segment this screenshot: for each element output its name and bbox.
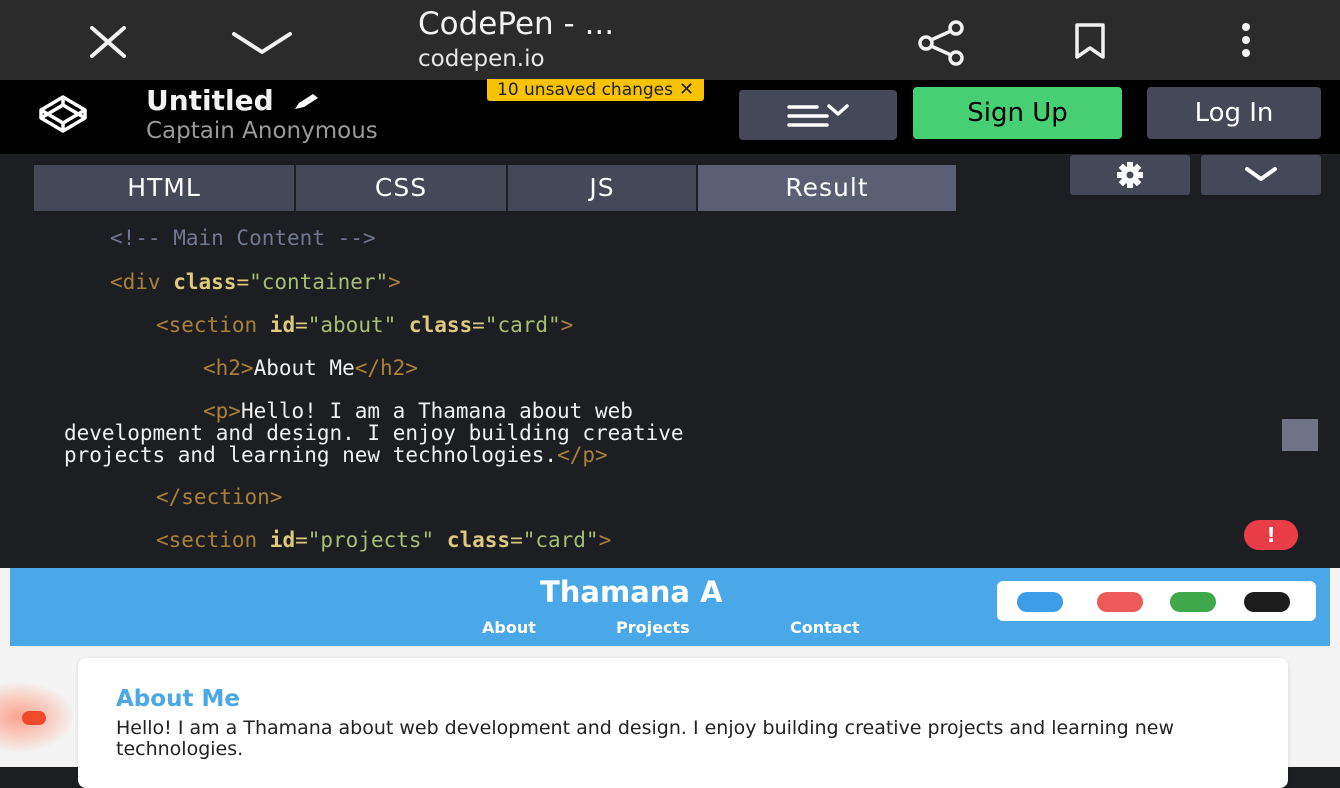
share-icon[interactable]: [916, 18, 966, 68]
code-line: projects and learning new technologies.<…: [64, 443, 608, 467]
nav-link-contact[interactable]: Contact: [790, 618, 860, 637]
code-line: <!-- Main Content -->: [110, 226, 376, 250]
nav-link-about[interactable]: About: [482, 618, 536, 637]
settings-button[interactable]: [1070, 155, 1190, 195]
floating-action-button[interactable]: [22, 711, 46, 725]
code-line: <h2>About Me</h2>: [203, 356, 418, 380]
tab-js[interactable]: JS: [508, 165, 696, 211]
pen-title[interactable]: Untitled: [146, 84, 321, 117]
pen-title-label: Untitled: [146, 84, 274, 117]
editor-scrollbar-thumb[interactable]: [1282, 419, 1318, 451]
log-in-button[interactable]: Log In: [1147, 87, 1321, 139]
browser-url[interactable]: codepen.io: [418, 46, 545, 72]
chevron-down-icon[interactable]: [230, 22, 294, 62]
code-line: <section id="about" class="card">: [156, 313, 574, 337]
error-indicator-badge[interactable]: !: [1244, 520, 1298, 550]
browser-toolbar: [0, 0, 1340, 80]
code-editor[interactable]: <!-- Main Content --> <div class="contai…: [0, 214, 1340, 568]
edit-pencil-icon[interactable]: [291, 92, 321, 112]
code-line: </section>: [156, 485, 283, 509]
layout-icon: [787, 104, 849, 127]
about-card-title: About Me: [116, 686, 240, 712]
chevron-down-icon: [1245, 167, 1277, 181]
nav-link-projects[interactable]: Projects: [616, 618, 690, 637]
code-line: <section id="projects" class="card">: [156, 528, 612, 552]
sign-up-button[interactable]: Sign Up: [913, 87, 1122, 139]
color-swatch-green[interactable]: [1170, 592, 1216, 612]
color-swatch-blue[interactable]: [1017, 592, 1063, 612]
code-line: <div class="container">: [110, 270, 401, 294]
tab-result[interactable]: Result: [698, 165, 956, 211]
unsaved-count-label: 10 unsaved changes: [497, 80, 673, 100]
color-swatch-black[interactable]: [1244, 592, 1290, 612]
tab-css[interactable]: CSS: [296, 165, 506, 211]
more-options-icon[interactable]: [1238, 20, 1254, 60]
code-line: <p>Hello! I am a Thamana about web: [203, 399, 633, 423]
pen-author[interactable]: Captain Anonymous: [146, 118, 378, 144]
close-icon[interactable]: [88, 22, 128, 62]
editor-options-button[interactable]: [1201, 155, 1321, 195]
tab-html[interactable]: HTML: [34, 165, 294, 211]
codepen-logo-icon[interactable]: [38, 94, 88, 134]
site-name: Thamana A: [540, 575, 723, 609]
unsaved-changes-banner: 10 unsaved changes ✕: [487, 79, 705, 101]
about-card-text: Hello! I am a Thamana about web developm…: [116, 717, 1175, 760]
bookmark-icon[interactable]: [1074, 22, 1106, 60]
gear-icon: [1117, 162, 1143, 188]
color-swatch-red[interactable]: [1097, 592, 1143, 612]
code-line: development and design. I enjoy building…: [64, 421, 684, 445]
browser-page-title: CodePen - ...: [418, 6, 615, 42]
change-layout-button[interactable]: [739, 90, 897, 140]
dismiss-banner-icon[interactable]: ✕: [679, 79, 694, 100]
